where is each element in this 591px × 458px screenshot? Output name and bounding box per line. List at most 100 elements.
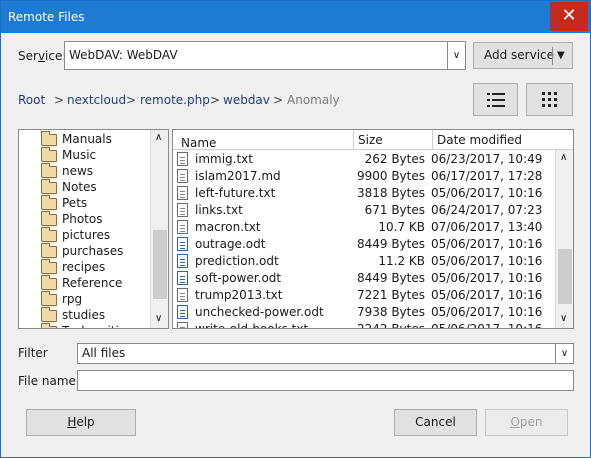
- folder-icon: [41, 323, 57, 328]
- file-date: 05/06/2017, 10:16: [431, 288, 543, 302]
- folder-item[interactable]: Music: [19, 147, 168, 164]
- folder-item[interactable]: Manuals: [19, 131, 168, 148]
- file-row[interactable]: islam2017.md 9900 Bytes 06/17/2017, 17:28: [173, 168, 553, 185]
- file-row[interactable]: left-future.txt 3818 Bytes 05/06/2017, 10:…: [173, 185, 553, 202]
- file-name: soft-power.odt: [195, 271, 282, 285]
- file-size: 2242 Bytes: [356, 322, 425, 329]
- text-file-icon: [177, 220, 188, 234]
- list-view-button[interactable]: [473, 83, 518, 116]
- column-header-size[interactable]: Size: [354, 130, 433, 150]
- folder-item[interactable]: recipes: [19, 259, 168, 276]
- folder-name: pictures: [62, 228, 111, 242]
- add-service-button[interactable]: Add service ▼: [473, 42, 573, 69]
- column-header-date[interactable]: Date modified: [433, 130, 573, 150]
- file-row[interactable]: soft-power.odt 8449 Bytes 05/06/2017, 10:1…: [173, 270, 553, 287]
- file-name: write-old-books.txt: [195, 322, 309, 329]
- scroll-down-icon[interactable]: ∨: [155, 313, 162, 324]
- file-date: 05/06/2017, 10:16: [431, 305, 543, 319]
- folder-item[interactable]: Pets: [19, 195, 168, 212]
- icon-view-button[interactable]: [526, 83, 573, 116]
- filter-select[interactable]: All files ∨: [77, 343, 574, 364]
- odt-document-icon: [177, 237, 188, 251]
- open-button[interactable]: Open: [485, 409, 568, 436]
- folder-icon: [41, 131, 57, 146]
- folder-icon: [41, 243, 57, 258]
- file-row[interactable]: write-old-books.txt 2242 Bytes 05/06/2017,…: [173, 321, 553, 329]
- scroll-up-icon[interactable]: ∧: [155, 132, 162, 143]
- service-select[interactable]: WebDAV: WebDAV ∨: [64, 41, 466, 70]
- file-row[interactable]: links.txt 671 Bytes 06/24/2017, 07:23: [173, 202, 553, 219]
- folder-name: recipes: [62, 260, 106, 274]
- folder-scrollbar[interactable]: ∧ ∨: [150, 130, 168, 328]
- chevron-down-icon[interactable]: ∨: [555, 344, 573, 363]
- file-date: 05/06/2017, 10:16: [431, 254, 543, 268]
- folder-icon: [41, 195, 57, 210]
- folder-name: Notes: [62, 180, 97, 194]
- text-file-icon: [177, 322, 188, 328]
- file-table[interactable]: Name ▵ Size Date modified immig.txt 262 B…: [172, 129, 574, 329]
- title-bar[interactable]: Remote Files ✕: [1, 1, 590, 33]
- scroll-down-icon[interactable]: ∨: [560, 313, 567, 324]
- close-icon: ✕: [561, 5, 577, 26]
- folder-item[interactable]: purchases: [19, 243, 168, 260]
- text-file-icon: [177, 169, 188, 183]
- folder-item[interactable]: Notes: [19, 179, 168, 196]
- chevron-down-icon[interactable]: ∨: [447, 42, 465, 69]
- breadcrumb-separator: >: [210, 93, 221, 107]
- folder-name: Photos: [62, 212, 103, 226]
- file-size: 3818 Bytes: [356, 186, 425, 200]
- folder-item[interactable]: Photos: [19, 211, 168, 228]
- file-row[interactable]: trump2013.txt 7221 Bytes 05/06/2017, 10:16: [173, 287, 553, 304]
- breadcrumb-webdav[interactable]: webdav: [223, 93, 270, 107]
- close-button[interactable]: ✕: [550, 2, 588, 31]
- text-file-icon: [177, 288, 188, 302]
- folder-name: Tech writing: [62, 324, 134, 328]
- file-name: trump2013.txt: [195, 288, 283, 302]
- folder-item[interactable]: rpg: [19, 291, 168, 308]
- file-scrollbar[interactable]: ∧ ∨: [555, 150, 573, 328]
- file-name-label: File name: [18, 374, 76, 388]
- filter-value: All files: [82, 346, 126, 360]
- file-size: 8449 Bytes: [356, 237, 425, 251]
- breadcrumb-remote-php[interactable]: remote.php: [140, 93, 210, 107]
- file-date: 06/23/2017, 10:49: [431, 152, 543, 166]
- folder-item[interactable]: Tech writing: [19, 323, 168, 328]
- folder-icon: [41, 259, 57, 274]
- file-name: links.txt: [195, 203, 243, 217]
- odt-document-icon: [177, 271, 188, 285]
- file-row[interactable]: outrage.odt 8449 Bytes 05/06/2017, 10:16: [173, 236, 553, 253]
- breadcrumb-root[interactable]: Root: [18, 93, 45, 107]
- file-row[interactable]: prediction.odt 11.2 KB 05/06/2017, 10:16: [173, 253, 553, 270]
- file-size: 7938 Bytes: [356, 305, 425, 319]
- help-button[interactable]: Help: [26, 409, 136, 436]
- folder-item[interactable]: news: [19, 163, 168, 180]
- file-row[interactable]: unchecked-power.odt 7938 Bytes 05/06/2017,…: [173, 304, 553, 321]
- folder-tree[interactable]: Manuals Music news Notes Pets Photos pictures p…: [18, 129, 169, 329]
- dropdown-arrow-icon[interactable]: ▼: [557, 43, 565, 68]
- folder-name: Reference: [62, 276, 123, 290]
- folder-icon: [41, 179, 57, 194]
- odt-document-icon: [177, 305, 188, 319]
- folder-item[interactable]: pictures: [19, 227, 168, 244]
- file-row[interactable]: immig.txt 262 Bytes 06/23/2017, 10:49: [173, 151, 553, 168]
- file-size: 10.7 KB: [378, 220, 425, 234]
- breadcrumb-separator: >: [273, 93, 284, 107]
- sort-ascending-icon: ▵: [181, 136, 186, 146]
- scroll-thumb[interactable]: [153, 230, 167, 299]
- breadcrumb-nextcloud[interactable]: nextcloud: [67, 93, 126, 107]
- scroll-thumb[interactable]: [558, 249, 572, 304]
- column-header-name[interactable]: Name ▵: [173, 130, 354, 150]
- file-row[interactable]: macron.txt 10.7 KB 07/06/2017, 13:40: [173, 219, 553, 236]
- file-name-input[interactable]: [77, 370, 574, 391]
- file-size: 262 Bytes: [364, 152, 425, 166]
- text-file-icon: [177, 203, 188, 217]
- file-name: unchecked-power.odt: [195, 305, 324, 319]
- folder-item[interactable]: studies: [19, 307, 168, 324]
- cancel-button[interactable]: Cancel: [394, 409, 477, 436]
- folder-item[interactable]: Reference: [19, 275, 168, 292]
- folder-name: studies: [62, 308, 106, 322]
- breadcrumb-current: Anomaly: [287, 93, 340, 107]
- scroll-up-icon[interactable]: ∧: [560, 152, 567, 163]
- file-date: 07/06/2017, 13:40: [431, 220, 543, 234]
- folder-icon: [41, 291, 57, 306]
